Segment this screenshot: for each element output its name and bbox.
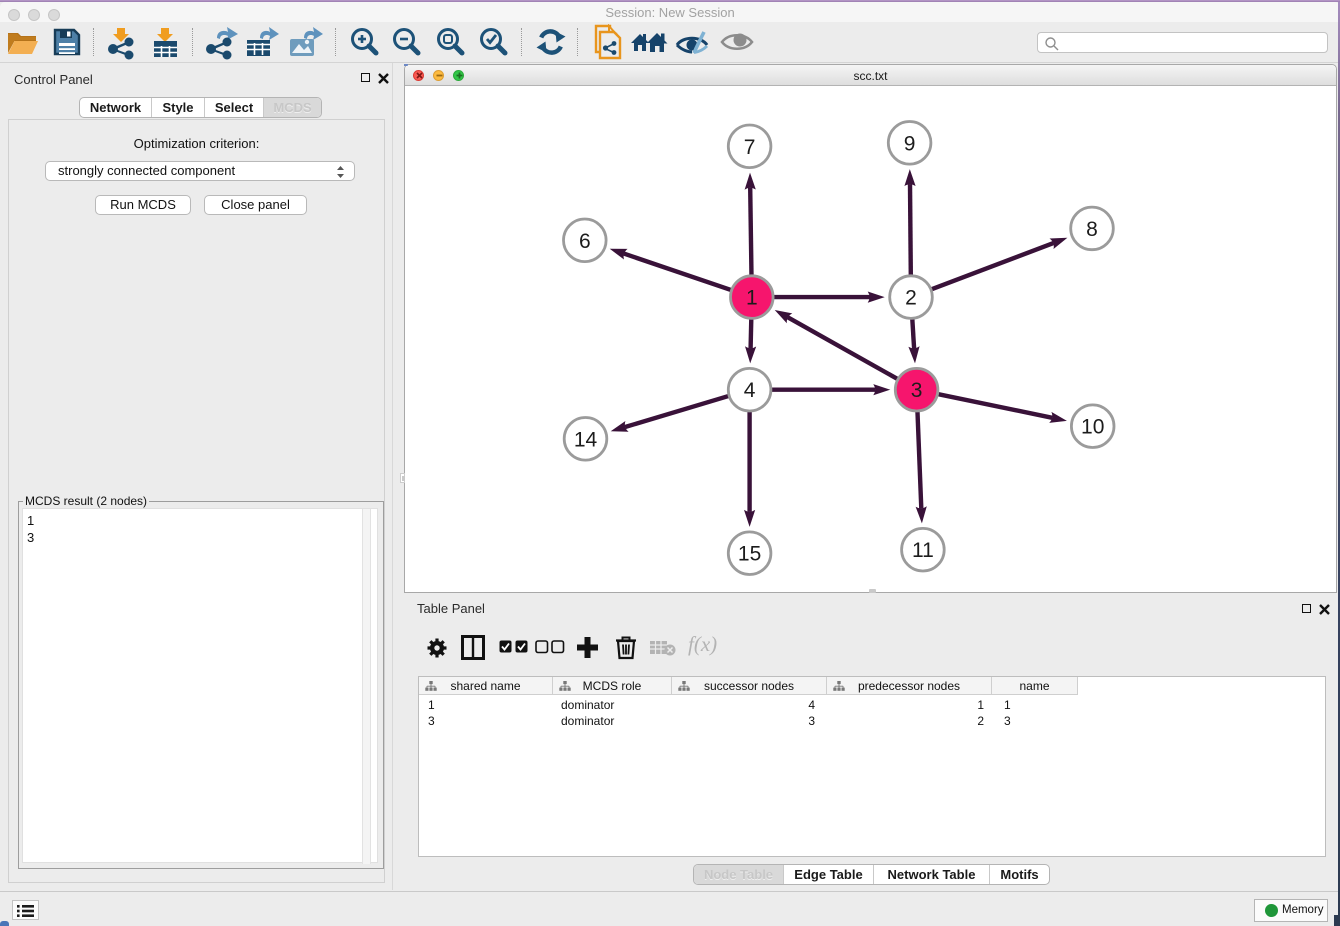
svg-text:7: 7 (744, 136, 756, 159)
svg-text:3: 3 (911, 379, 923, 402)
svg-text:6: 6 (579, 230, 591, 253)
svg-text:14: 14 (574, 428, 598, 451)
svg-text:11: 11 (912, 539, 934, 562)
svg-text:4: 4 (744, 379, 756, 402)
svg-text:10: 10 (1081, 416, 1104, 439)
svg-text:9: 9 (904, 132, 916, 155)
svg-text:15: 15 (738, 543, 761, 566)
svg-text:2: 2 (905, 287, 917, 310)
svg-text:1: 1 (746, 287, 758, 310)
svg-text:8: 8 (1086, 218, 1098, 241)
